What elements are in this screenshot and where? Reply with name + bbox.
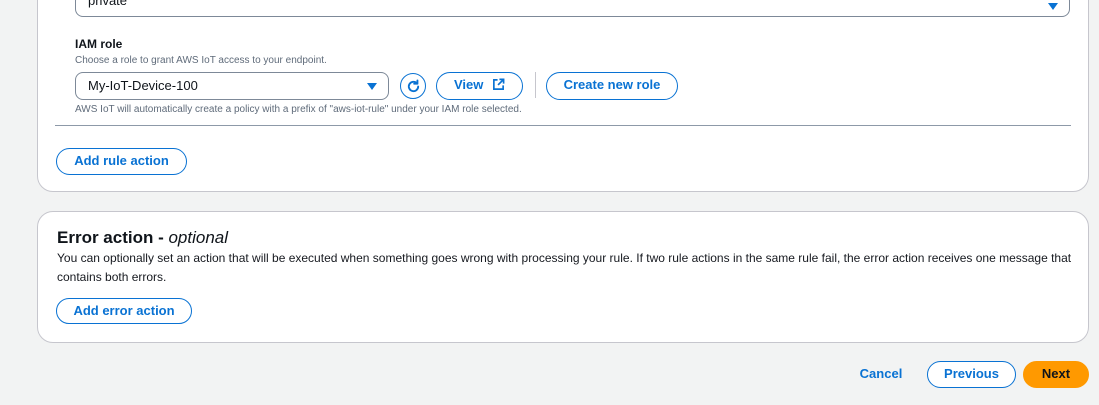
iam-role-label: IAM role bbox=[75, 37, 123, 51]
view-role-label: View bbox=[453, 77, 484, 92]
toolbar-divider bbox=[535, 72, 536, 98]
previous-button[interactable]: Previous bbox=[927, 361, 1016, 388]
caret-down-icon bbox=[1048, 3, 1058, 10]
error-action-title: Error action - optional bbox=[57, 228, 228, 248]
error-action-panel: Error action - optional You can optional… bbox=[37, 211, 1089, 343]
rule-action-panel: private IAM role Choose a role to grant … bbox=[37, 0, 1089, 192]
error-action-title-text: Error action - bbox=[57, 228, 169, 247]
cancel-button[interactable]: Cancel bbox=[851, 362, 911, 388]
section-divider bbox=[55, 125, 1071, 126]
next-button[interactable]: Next bbox=[1023, 361, 1089, 388]
iam-role-description: Choose a role to grant AWS IoT access to… bbox=[75, 55, 327, 66]
refresh-button[interactable] bbox=[400, 73, 426, 99]
add-error-action-button[interactable]: Add error action bbox=[56, 298, 192, 324]
create-new-role-button[interactable]: Create new role bbox=[546, 72, 678, 100]
endpoint-type-select[interactable]: private bbox=[75, 0, 1070, 17]
iam-role-value: My-IoT-Device-100 bbox=[88, 78, 198, 93]
iam-role-select[interactable]: My-IoT-Device-100 bbox=[75, 72, 389, 100]
add-rule-action-button[interactable]: Add rule action bbox=[56, 148, 187, 175]
caret-down-icon bbox=[367, 83, 377, 90]
error-action-description: You can optionally set an action that wi… bbox=[57, 251, 1072, 284]
iam-role-help-text: AWS IoT will automatically create a poli… bbox=[75, 104, 522, 115]
endpoint-type-value: private bbox=[88, 0, 128, 8]
refresh-icon bbox=[407, 79, 420, 93]
view-role-button[interactable]: View bbox=[436, 72, 523, 100]
external-link-icon bbox=[493, 78, 505, 90]
optional-tag: optional bbox=[168, 228, 229, 247]
